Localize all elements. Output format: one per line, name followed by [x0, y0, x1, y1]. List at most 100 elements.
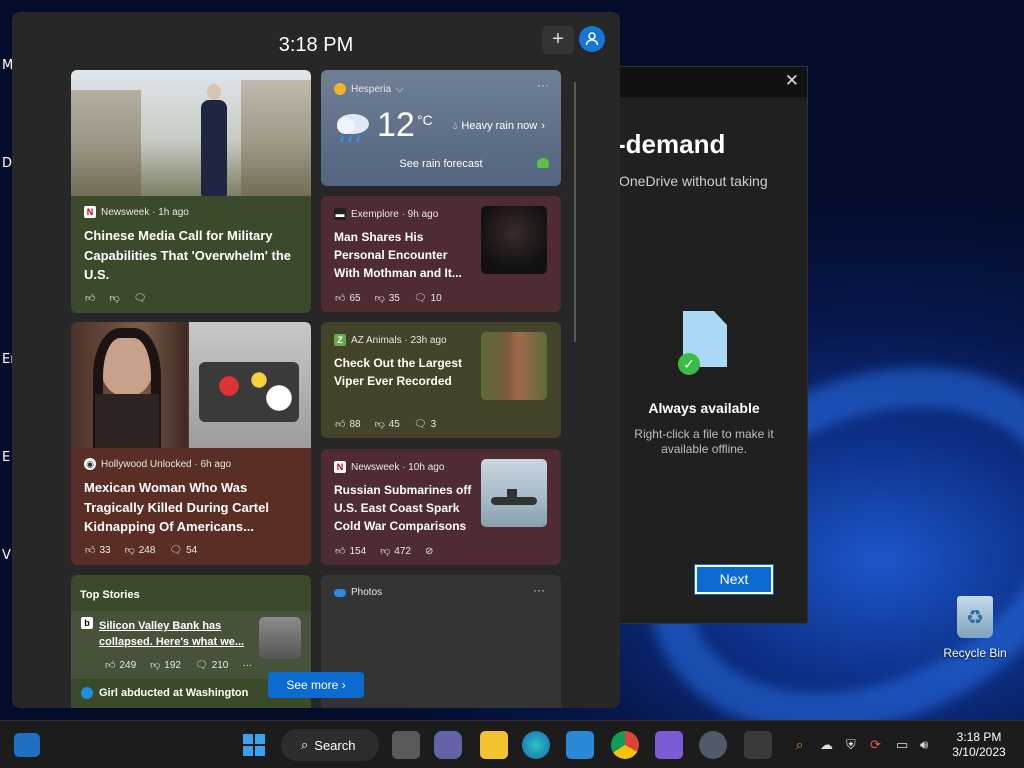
- taskbar-clock[interactable]: 3:18 PM 3/10/2023: [944, 730, 1014, 760]
- news-actions: 👍︎ 👎︎ 🗨︎: [85, 292, 147, 305]
- dislike-button[interactable]: 👎︎ 35: [374, 292, 400, 305]
- panel-scrollbar[interactable]: [574, 82, 576, 342]
- onedrive-cloud-icon[interactable]: ☁: [820, 737, 833, 753]
- newsweek-logo-icon: N: [84, 206, 96, 218]
- news-source: ◉ Hollywood Unlocked · 6h ago: [84, 458, 231, 470]
- comment-button[interactable]: 🗨︎ 54: [169, 545, 197, 556]
- like-icon: 👍︎: [335, 546, 346, 557]
- like-button[interactable]: 👍︎ 33: [85, 544, 111, 557]
- dislike-icon[interactable]: 👎︎: [109, 292, 119, 304]
- start-icon[interactable]: [240, 731, 268, 759]
- dislike-button[interactable]: 👎︎ 248: [124, 544, 156, 557]
- rain-forecast-link[interactable]: See rain forecast: [321, 158, 561, 170]
- user-avatar-icon[interactable]: [579, 26, 605, 52]
- source-logo-icon: [81, 687, 93, 699]
- top-story-headline[interactable]: Silicon Valley Bank has collapsed. Here'…: [99, 618, 247, 650]
- dislike-button[interactable]: 👎︎ 192: [150, 659, 181, 672]
- file-explorer-icon[interactable]: [480, 731, 508, 759]
- news-headline[interactable]: Chinese Media Call for Military Capabili…: [84, 226, 302, 285]
- chrome-icon[interactable]: [611, 731, 639, 759]
- chevron-down-icon: ⌵: [396, 83, 404, 95]
- visual-studio-icon[interactable]: [655, 731, 683, 759]
- sync-icon[interactable]: ⟳: [870, 737, 881, 753]
- like-button[interactable]: 👍︎ 249: [105, 659, 136, 672]
- news-card-military[interactable]: N Newsweek · 1h ago Chinese Media Call f…: [71, 70, 311, 313]
- news-card-cartel[interactable]: ◉ Hollywood Unlocked · 6h ago Mexican Wo…: [71, 322, 311, 565]
- news-actions: 👍︎ 33 👎︎ 248 🗨︎ 54: [85, 544, 197, 557]
- security-shield-icon[interactable]: ⛨: [846, 737, 856, 753]
- like-icon: 👍︎: [335, 293, 346, 304]
- checkmark-icon: ✓: [678, 353, 700, 375]
- like-icon: 👍︎: [335, 419, 346, 430]
- news-thumbnail: [481, 206, 547, 274]
- like-button[interactable]: 👍︎ 65: [335, 292, 361, 305]
- news-headline[interactable]: Mexican Woman Who Was Tragically Killed …: [84, 478, 302, 538]
- top-stories-label: Top Stories: [80, 589, 140, 601]
- news-thumbnail: [481, 459, 547, 527]
- dislike-icon: 👎︎: [374, 419, 385, 430]
- weather-location[interactable]: Hesperia ⌵: [334, 83, 404, 95]
- add-widget-button[interactable]: +: [542, 26, 574, 54]
- comment-icon: 🗨︎: [413, 292, 427, 304]
- search-button[interactable]: ⌕ Search: [281, 729, 379, 761]
- news-source: Z AZ Animals · 23h ago: [334, 334, 447, 346]
- comment-button[interactable]: 🗨︎ 10: [414, 293, 442, 304]
- settings-gear-icon[interactable]: [699, 731, 727, 759]
- weather-condition[interactable]: 💧︎ Heavy rain now ›: [453, 120, 545, 133]
- close-icon[interactable]: ✕: [785, 71, 799, 91]
- teams-chat-icon[interactable]: [434, 731, 462, 759]
- widgets-icon[interactable]: [14, 733, 40, 757]
- source-logo-icon: b: [81, 617, 93, 629]
- recycle-bin-label: Recycle Bin: [943, 646, 1007, 660]
- desktop-label-fragment: E: [2, 450, 11, 465]
- news-actions: 👍︎ 88 👎︎ 45 🗨︎ 3: [335, 418, 436, 431]
- volume-icon[interactable]: 🔊︎: [920, 737, 928, 753]
- dialog-subtitle: OneDrive without taking: [619, 173, 768, 189]
- dislike-icon: 👎︎: [374, 293, 385, 304]
- news-actions: 👍︎ 249 👎︎ 192 🗨︎ 210 ···: [105, 659, 252, 672]
- more-options-icon[interactable]: ···: [242, 660, 252, 671]
- comment-button[interactable]: 🗨︎ 3: [414, 419, 436, 430]
- see-more-button[interactable]: See more ›: [268, 672, 364, 698]
- like-button[interactable]: 👍︎ 154: [335, 545, 366, 558]
- more-options-icon[interactable]: ···: [533, 583, 545, 597]
- news-photo: [71, 70, 311, 196]
- dislike-button[interactable]: 👎︎ 472: [380, 545, 411, 558]
- onedrive-setup-icon[interactable]: [744, 731, 772, 759]
- availability-help: Right-click a file to make it available …: [634, 427, 774, 456]
- desktop-label-fragment: V: [2, 548, 11, 563]
- like-button[interactable]: 👍︎ 88: [335, 418, 361, 431]
- comments-off-icon[interactable]: ⊘: [425, 546, 433, 557]
- top-story-item[interactable]: Girl abducted at Washington: [81, 687, 248, 699]
- search-icon: ⌕: [301, 737, 309, 752]
- news-card-viper[interactable]: Z AZ Animals · 23h ago Check Out the Lar…: [321, 322, 561, 438]
- news-card-mothman[interactable]: ▬ Exemplore · 9h ago Man Shares His Pers…: [321, 196, 561, 312]
- chevron-right-icon: ›: [341, 678, 346, 692]
- more-options-icon[interactable]: ···: [537, 78, 549, 92]
- search-tray-icon[interactable]: ⌕: [796, 737, 803, 753]
- raindrop-icon: 💧︎: [453, 120, 458, 132]
- like-icon[interactable]: 👍︎: [85, 292, 95, 304]
- top-story-item[interactable]: b Silicon Valley Bank has collapsed. Her…: [71, 611, 311, 679]
- news-headline[interactable]: Check Out the Largest Viper Ever Recorde…: [334, 354, 476, 390]
- comment-icon[interactable]: 🗨︎: [134, 293, 147, 304]
- dislike-button[interactable]: 👎︎ 45: [374, 418, 400, 431]
- next-button[interactable]: Next: [694, 564, 774, 595]
- news-headline[interactable]: Russian Submarines off U.S. East Coast S…: [334, 481, 476, 535]
- news-headline[interactable]: Man Shares His Personal Encounter With M…: [334, 228, 476, 282]
- network-icon[interactable]: ▭: [896, 737, 908, 753]
- comment-icon: 🗨︎: [169, 544, 183, 556]
- recycle-bin[interactable]: ♻ Recycle Bin: [940, 596, 1010, 660]
- news-photo: [189, 322, 311, 448]
- edge-icon[interactable]: [522, 731, 550, 759]
- news-actions: 👍︎ 65 👎︎ 35 🗨︎ 10: [335, 292, 442, 305]
- weather-temperature: 12: [377, 106, 415, 144]
- dislike-icon: 👎︎: [124, 545, 135, 556]
- comment-icon: 🗨︎: [194, 659, 208, 671]
- availability-title: Always available: [648, 400, 760, 416]
- store-icon[interactable]: [566, 731, 594, 759]
- task-view-icon[interactable]: [392, 731, 420, 759]
- comment-button[interactable]: 🗨︎ 210: [195, 660, 228, 671]
- weather-card[interactable]: Hesperia ⌵ ··· 12 °C 💧︎ Heavy rain now ›…: [321, 70, 561, 186]
- news-card-submarines[interactable]: N Newsweek · 10h ago Russian Submarines …: [321, 449, 561, 565]
